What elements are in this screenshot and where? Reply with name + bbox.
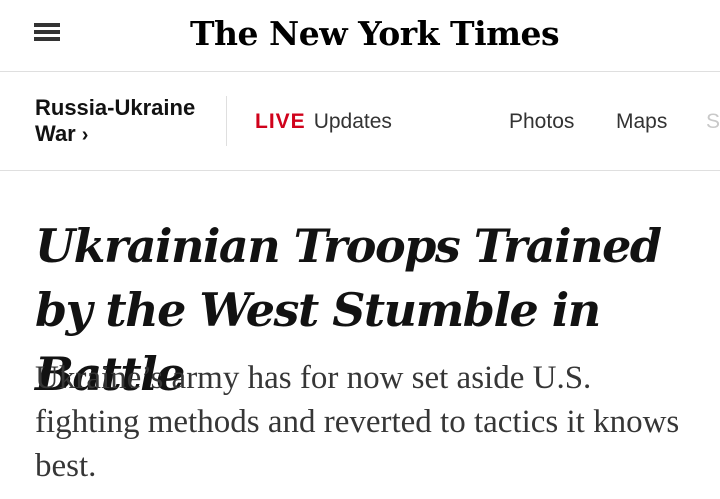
masthead: The New York Times (0, 0, 720, 72)
section-title-link[interactable]: Russia-Ukraine War › (35, 95, 215, 148)
article-summary: Ukraine’s army has for now set aside U.S… (35, 360, 680, 484)
menu-bar-bottom (34, 37, 60, 41)
nav-item-photos[interactable]: Photos (509, 109, 574, 135)
live-updates-label: Updates (313, 110, 392, 133)
live-badge: LIVE (255, 110, 306, 133)
section-title-text: Russia-Ukraine War (35, 95, 196, 146)
hamburger-menu-icon[interactable] (34, 21, 60, 43)
chevron-right-icon: › (81, 124, 89, 146)
section-navigation: Russia-Ukraine War › LIVE Updates Photos M… (0, 73, 720, 171)
menu-bar-middle (34, 30, 60, 34)
nav-item-truncated[interactable]: S (706, 109, 720, 135)
nyt-logo[interactable]: The New York Times (190, 8, 560, 60)
section-divider (226, 96, 227, 146)
menu-bar-top (34, 23, 60, 27)
live-updates-link[interactable]: LIVE Updates (255, 109, 392, 135)
nav-item-maps[interactable]: Maps (616, 109, 667, 135)
